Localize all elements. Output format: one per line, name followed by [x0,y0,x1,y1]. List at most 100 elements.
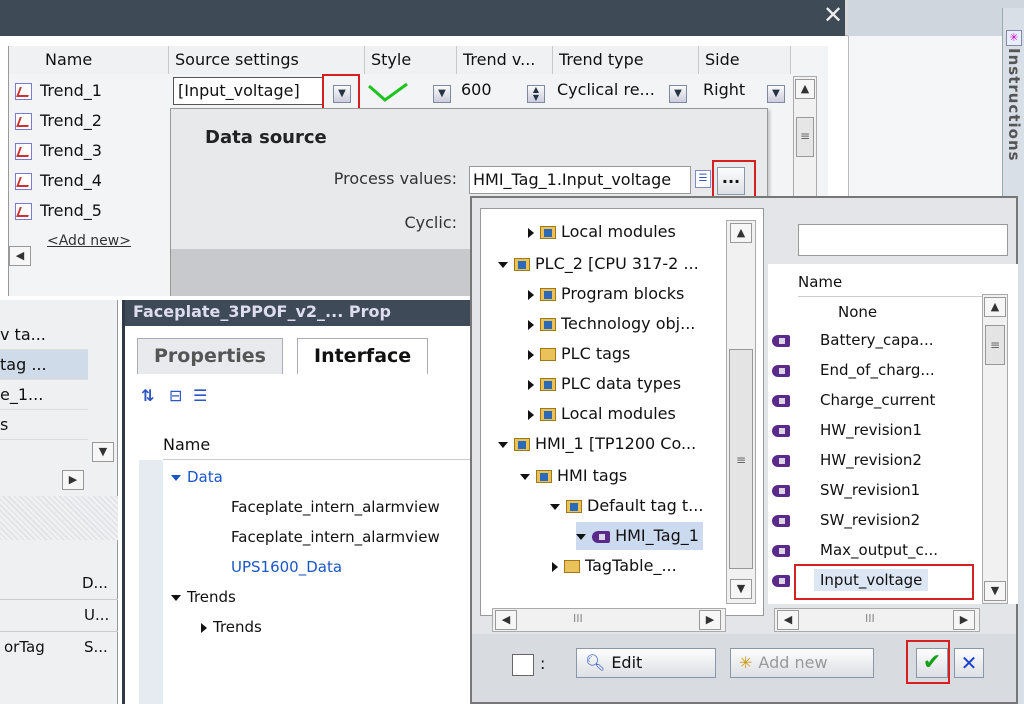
scroll-up-icon[interactable]: ▲ [730,223,752,243]
left-table-row[interactable]: U... [0,602,118,632]
col-header-style[interactable]: Style [365,46,457,74]
tree-item[interactable]: Default tag t... [550,492,703,520]
tree-label: PLC tags [561,344,631,363]
tree-item[interactable]: Program blocks [528,280,684,308]
sort-icon[interactable]: ⇅ [141,386,154,405]
interface-item[interactable]: Data [171,468,223,486]
taglist-horizontal-scrollbar[interactable]: ◀ III ▶ [774,608,980,632]
left-list-item[interactable]: v ta... [0,320,88,350]
tab-properties[interactable]: Properties [137,338,283,374]
style-dropdown-button[interactable]: ▼ [433,80,451,108]
scroll-down-icon[interactable]: ▼ [92,442,114,462]
tag-browser-dialog: Local modules PLC_2 [CPU 317-2 ... Progr… [470,196,1018,704]
tag-filter-input[interactable] [798,224,1008,256]
tree-horizontal-scrollbar[interactable]: ◀ III ▶ [492,608,726,632]
interface-item[interactable]: Trends [201,618,262,636]
interface-item[interactable]: UPS1600_Data [231,558,342,576]
list-icon[interactable]: ☰ [695,170,711,188]
add-new-trend[interactable]: <Add new> [9,226,169,256]
tree-item[interactable]: HMI tags [520,462,627,490]
scroll-up-icon[interactable]: ▲ [984,297,1006,317]
tag-item[interactable]: None [838,298,877,326]
cancel-button[interactable]: ✕ [954,648,984,678]
col-header-name[interactable]: Name [9,46,169,74]
scroll-thumb[interactable]: ≡ [985,325,1005,365]
collapse-all-icon[interactable]: ☰ [193,386,207,405]
scroll-right-icon[interactable]: ▶ [699,610,721,630]
tag-row[interactable]: Battery_capa... [768,330,933,349]
left-list-item[interactable]: s [0,410,88,440]
col-header-trend-value[interactable]: Trend v... [457,46,553,74]
side-dropdown[interactable]: ▼ [767,80,785,108]
add-new-button[interactable]: ✳ Add new [730,648,874,678]
scroll-down-icon[interactable]: ▼ [730,579,752,599]
scroll-left-icon[interactable]: ◀ [777,610,799,630]
trend-icon [15,143,32,160]
tag-row[interactable]: HW_revision2 [768,450,922,469]
taglist-vertical-scrollbar[interactable]: ▲ ≡ ▼ [982,294,1008,604]
tag-row[interactable]: SW_revision1 [768,480,920,499]
highlight-input-voltage [794,564,974,600]
trend-row[interactable]: Trend_2 [9,106,169,136]
interface-col-header: Name [163,430,475,460]
scroll-down-icon[interactable]: ▼ [984,581,1006,601]
tree-item[interactable]: Local modules [528,218,676,246]
filter-checkbox[interactable] [512,654,534,676]
tag-label: HW_revision1 [820,421,922,439]
close-icon[interactable]: ✕ [818,0,848,36]
col-header-source[interactable]: Source settings [169,46,365,74]
tree-item[interactable]: PLC tags [528,340,630,368]
trend-row[interactable]: Trend_5 [9,196,169,226]
scroll-right-icon[interactable]: ▶ [953,610,975,630]
source-settings-field[interactable]: [Input_voltage] [173,77,323,105]
tree-item[interactable]: TagTable_... [552,552,677,580]
tree-label: PLC_2 [CPU 317-2 ... [535,254,699,273]
window-titlebar: ✕ [0,0,1024,36]
expand-all-icon[interactable]: ⊟ [169,386,182,405]
expand-icon [552,561,558,572]
interface-item[interactable]: Faceplate_intern_alarmview [231,528,440,546]
trend-value-field[interactable]: 600 [461,77,521,105]
tree-item[interactable]: HMI_1 [TP1200 Co... [498,430,696,458]
scroll-left-icon[interactable]: ◀ [9,246,31,266]
left-table-row[interactable]: orTag S... [0,634,118,664]
trend-value-spinner[interactable]: ▲ ▼ [527,80,545,108]
tab-interface[interactable]: Interface [297,338,429,374]
col-header-trend-type[interactable]: Trend type [553,46,699,74]
tree-item[interactable]: Technology obj... [528,310,695,338]
trend-type-dropdown[interactable]: ▼ [669,80,687,108]
tag-row[interactable]: Max_output_c... [768,540,938,559]
trend-row[interactable]: Trend_4 [9,166,169,196]
trend-row[interactable]: Trend_1 [9,76,169,106]
data-types-icon [540,378,556,391]
edit-button[interactable]: 🔍︎ Edit [576,648,716,678]
tag-row[interactable]: End_of_charg... [768,360,935,379]
tree-item-selected[interactable]: HMI_Tag_1 [576,522,703,550]
scroll-thumb[interactable]: ≡ [796,117,814,157]
scroll-thumb[interactable]: ≡ [729,349,753,569]
scroll-up-icon[interactable]: ▲ [795,79,815,99]
tag-label: End_of_charg... [820,361,935,379]
tree-item[interactable]: PLC_2 [CPU 317-2 ... [498,250,699,278]
left-list-item[interactable]: e_1... [0,380,88,410]
left-list-item[interactable]: tag ... [0,350,88,380]
side-field[interactable]: Right [703,77,763,105]
scroll-left-icon[interactable]: ◀ [495,610,517,630]
tree-item[interactable]: Local modules [528,400,676,428]
col-header-side[interactable]: Side [699,46,791,74]
tag-row[interactable]: Charge_current [768,390,935,409]
trend-type-field[interactable]: Cyclical re... [557,77,667,105]
trend-row[interactable]: Trend_3 [9,136,169,166]
interface-item[interactable]: Trends [171,588,236,606]
interface-item[interactable]: Faceplate_intern_alarmview [231,498,440,516]
tag-row[interactable]: HW_revision1 [768,420,922,439]
tree-item[interactable]: PLC data types [528,370,681,398]
left-narrow-panel: v ta... tag ... e_1... s ▼ ▶ D... U... o… [0,300,118,704]
process-values-label: Process values: [333,169,457,188]
process-values-field[interactable]: HMI_Tag_1.Input_voltage [469,166,691,194]
tree-vertical-scrollbar[interactable]: ▲ ≡ ▼ [726,220,756,604]
expand-icon [528,289,534,300]
scroll-right-icon[interactable]: ▶ [62,470,84,490]
tag-row[interactable]: SW_revision2 [768,510,920,529]
edit-label: Edit [611,653,643,672]
